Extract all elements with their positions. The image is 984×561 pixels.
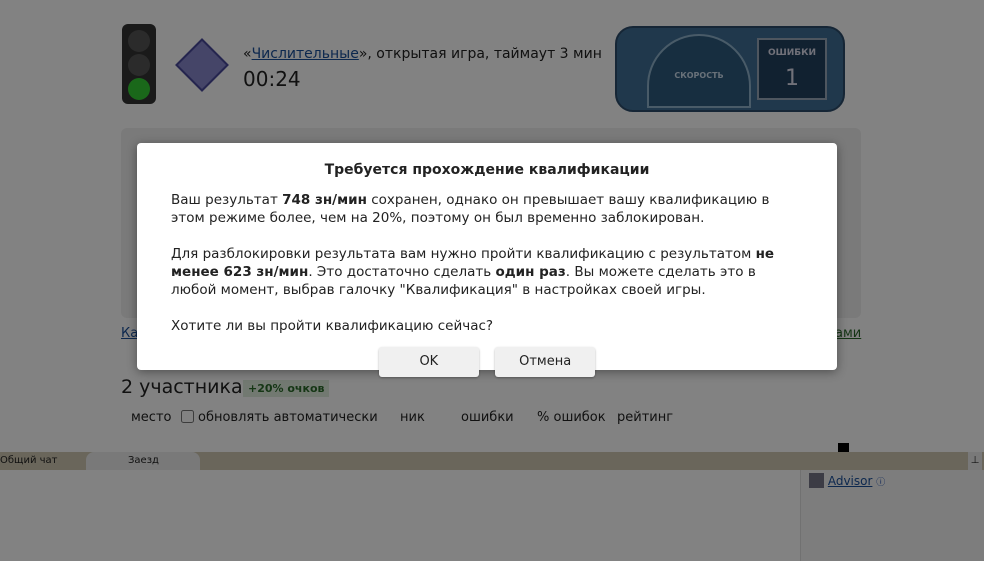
cancel-button[interactable]: Отмена bbox=[495, 347, 596, 377]
text: Для разблокировки результата вам нужно п… bbox=[171, 246, 756, 262]
dialog-paragraph-2: Для разблокировки результата вам нужно п… bbox=[171, 245, 803, 299]
once-text: один раз bbox=[495, 264, 566, 280]
text: . Это достаточно сделать bbox=[308, 264, 496, 280]
dialog-title: Требуется прохождение квалификации bbox=[324, 162, 650, 178]
text: Ваш результат bbox=[171, 192, 283, 208]
dialog-question: Хотите ли вы пройти квалификацию сейчас? bbox=[171, 318, 494, 334]
ok-button[interactable]: OK bbox=[378, 347, 479, 377]
dialog-paragraph-1: Ваш результат 748 зн/мин сохранен, однак… bbox=[171, 191, 803, 227]
result-value: 748 зн/мин bbox=[282, 192, 367, 208]
qualification-dialog: Требуется прохождение квалификации Ваш р… bbox=[137, 143, 837, 377]
